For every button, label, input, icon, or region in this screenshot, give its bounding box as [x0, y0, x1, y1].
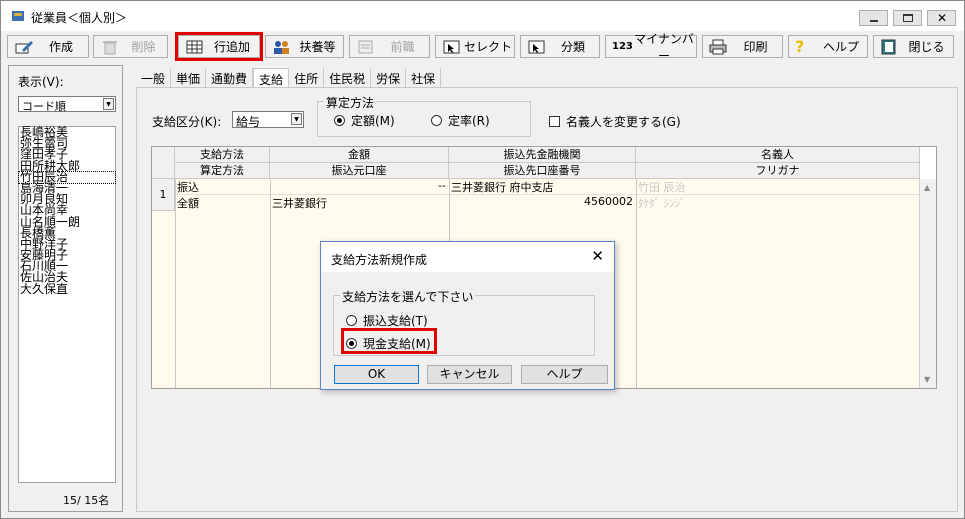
grid-cell[interactable]: 竹田 辰治 [636, 179, 920, 195]
payment-method-dialog: 支給方法新規作成 ✕ 支給方法を選んで下さい 振込支給(T) 現金支給(M) O… [320, 241, 615, 390]
radio-fixed-rate[interactable]: 定率(R) [431, 112, 490, 129]
chevron-down-icon[interactable]: ▼ [291, 113, 302, 125]
trash-icon [100, 39, 120, 55]
row-number: 1 [152, 179, 175, 211]
scroll-up-icon[interactable]: ▲ [924, 183, 930, 192]
create-icon [14, 39, 34, 55]
window-title: 従業員＜個人別＞ [31, 11, 128, 25]
sort-order-select[interactable]: コード順 ▼ [18, 96, 116, 113]
col-header: 振込先口座番号 [449, 163, 636, 179]
radio-fixed-amount[interactable]: 定額(M) [334, 112, 395, 129]
tab-social-insurance[interactable]: 社保 [406, 68, 442, 88]
col-header: 名義人 [636, 147, 920, 163]
help-button[interactable]: ? ヘルプ [788, 35, 868, 58]
tab-commute[interactable]: 通勤費 [206, 68, 254, 88]
grid-cell[interactable]: 4560002 [449, 195, 636, 211]
col-header: フリガナ [636, 163, 920, 179]
close-book-icon [880, 39, 900, 55]
my-number-button[interactable]: 123 マイナンバー [605, 32, 697, 63]
radio-transfer-payment[interactable]: 振込支給(T) [346, 312, 428, 329]
maximize-button[interactable] [893, 10, 922, 26]
list-item[interactable]: 大久保直 [19, 283, 115, 295]
dialog-title: 支給方法新規作成 [331, 253, 428, 267]
classify-icon [527, 39, 547, 55]
col-header: 金額 [270, 147, 449, 163]
toolbar: 作成 削除 行追加 扶養等 前職 セレクト 分類 123 マイナンバー 印刷 ?… [1, 31, 964, 63]
previous-job-button[interactable]: 前職 [349, 35, 430, 58]
grid-cell[interactable]: 三井菱銀行 府中支店 [449, 179, 636, 195]
minimize-icon [870, 20, 878, 22]
checkbox-icon [549, 116, 560, 127]
delete-button[interactable]: 削除 [93, 35, 168, 58]
column-divider [636, 179, 637, 388]
app-icon [12, 11, 24, 21]
tab-labor-insurance[interactable]: 労保 [371, 68, 407, 88]
dependents-icon [272, 39, 292, 55]
select-button[interactable]: セレクト [435, 35, 515, 58]
help-icon: ? [795, 36, 805, 56]
kubun-label: 支給区分(K): [152, 115, 222, 129]
close-icon: ✕ [937, 11, 948, 25]
tab-bar: 一般 単価 通勤費 支給 住所 住民税 労保 社保 [136, 68, 442, 88]
tab-general[interactable]: 一般 [136, 68, 172, 88]
close-button[interactable]: 閉じる [873, 35, 954, 58]
dialog-close-icon[interactable]: ✕ [591, 247, 604, 265]
col-header: 支給方法 [175, 147, 270, 163]
scroll-down-icon[interactable]: ▼ [924, 375, 930, 384]
tab-resident-tax[interactable]: 住民税 [324, 68, 372, 88]
display-label: 表示(V): [18, 75, 64, 89]
my-number-icon: 123 [612, 40, 633, 52]
grid-scrollbar[interactable]: ▲ ▼ [919, 179, 936, 388]
row-header-corner [152, 147, 175, 179]
previous-job-icon [356, 39, 376, 55]
dependents-button[interactable]: 扶養等 [265, 35, 344, 58]
radio-selected-icon [334, 115, 345, 126]
radio-empty-icon [431, 115, 442, 126]
minimize-button[interactable] [859, 10, 888, 26]
ok-button[interactable]: OK [334, 365, 419, 384]
radio-empty-icon [346, 315, 357, 326]
printer-icon [709, 39, 729, 55]
col-header: 振込先金融機関 [449, 147, 636, 163]
grid-cell[interactable]: 振込 [175, 179, 270, 195]
col-header: 振込元口座 [270, 163, 449, 179]
cancel-button[interactable]: キャンセル [427, 365, 512, 384]
chevron-down-icon[interactable]: ▼ [103, 98, 114, 110]
tab-unit-price[interactable]: 単価 [171, 68, 207, 88]
employee-list[interactable]: 長嶋裕美 弥生蕾司 窪田孝子 田所耕太郎 竹田辰治 島海清一 卯月良知 山本尚幸… [18, 126, 116, 483]
employee-counter: 15/ 15名 [63, 494, 110, 507]
maximize-icon [903, 14, 913, 22]
kubun-select[interactable]: 給与 ▼ [232, 111, 304, 129]
grid-cell[interactable]: 全額 [175, 195, 270, 211]
add-row-button[interactable]: 行追加 [175, 32, 263, 61]
classify-button[interactable]: 分類 [520, 35, 600, 58]
highlight-box [341, 328, 437, 354]
col-header: 算定方法 [175, 163, 270, 179]
select-icon [442, 39, 462, 55]
main-window: 従業員＜個人別＞ ✕ 作成 削除 行追加 扶養等 前職 セレクト 分類 123 … [0, 0, 965, 519]
column-divider [270, 179, 271, 388]
dialog-help-button[interactable]: ヘルプ [521, 365, 608, 384]
tab-address[interactable]: 住所 [289, 68, 325, 88]
print-button[interactable]: 印刷 [702, 35, 783, 58]
grid-cell[interactable]: -- [270, 179, 449, 195]
change-holder-checkbox[interactable]: 名義人を変更する(G) [549, 113, 681, 130]
dialog-title-bar: 支給方法新規作成 ✕ [321, 242, 614, 272]
grid-cell[interactable]: 三井菱銀行 [270, 195, 449, 211]
column-divider [175, 179, 176, 388]
close-window-button[interactable]: ✕ [927, 10, 956, 26]
grid-cell[interactable]: ﾀｹﾀﾞ ｼﾝｼﾞ [636, 195, 920, 211]
add-row-icon [185, 39, 205, 55]
title-bar: 従業員＜個人別＞ ✕ [1, 1, 964, 31]
tab-payment[interactable]: 支給 [253, 68, 290, 88]
create-button[interactable]: 作成 [7, 35, 89, 58]
